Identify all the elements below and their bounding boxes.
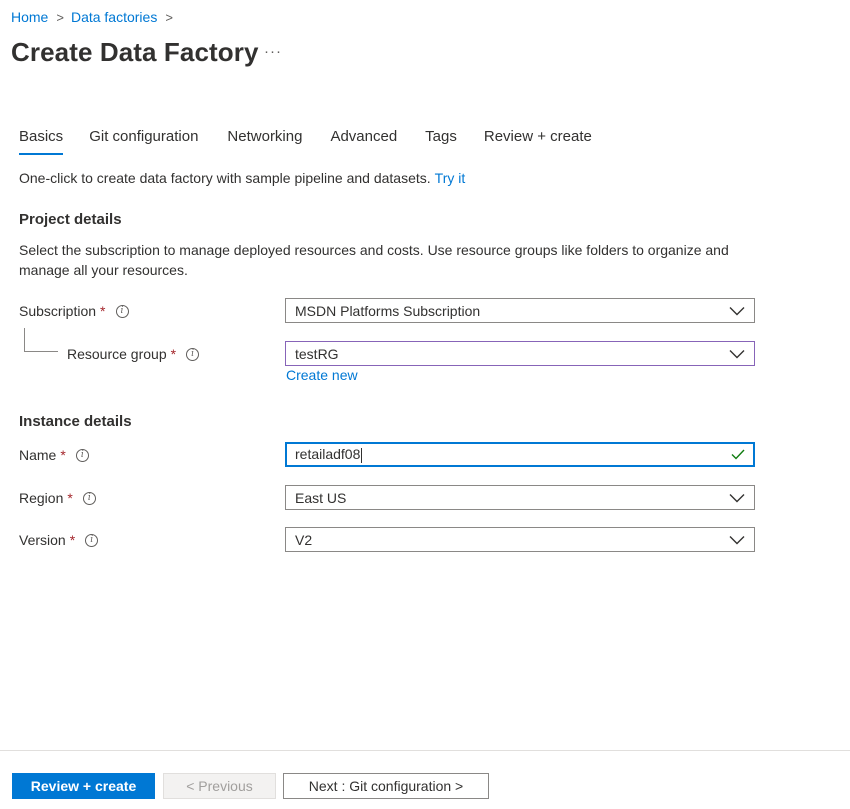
tab-review-create[interactable]: Review + create	[484, 128, 592, 155]
version-label: Version * i	[19, 532, 99, 548]
chevron-down-icon	[729, 493, 745, 502]
resource-group-label: Resource group * i	[67, 346, 200, 362]
breadcrumb-separator: >	[56, 9, 64, 25]
breadcrumb-separator: >	[165, 9, 173, 25]
name-label-text: Name	[19, 447, 57, 463]
text-caret	[361, 447, 363, 463]
required-marker: *	[100, 303, 106, 319]
project-details-heading: Project details	[19, 211, 122, 228]
region-value: East US	[295, 489, 347, 506]
tab-basics[interactable]: Basics	[19, 128, 64, 155]
subscription-dropdown[interactable]: MSDN Platforms Subscription	[285, 298, 755, 323]
next-git-configuration-button[interactable]: Next : Git configuration >	[283, 773, 489, 799]
name-input[interactable]: retailadf08	[285, 442, 755, 467]
project-details-description: Select the subscription to manage deploy…	[19, 242, 729, 278]
name-label: Name * i	[19, 447, 89, 463]
tab-bar: Basics Git configuration Networking Adva…	[19, 128, 592, 155]
info-icon[interactable]: i	[115, 304, 129, 318]
name-value-text: retailadf08	[295, 446, 361, 463]
tree-connector-horizontal	[24, 351, 58, 352]
instance-details-heading: Instance details	[19, 413, 132, 430]
region-dropdown[interactable]: East US	[285, 485, 755, 510]
resource-group-dropdown[interactable]: testRG	[285, 341, 755, 366]
name-input-value: retailadf08	[295, 446, 731, 463]
tab-advanced[interactable]: Advanced	[330, 128, 397, 155]
chevron-down-icon	[729, 306, 745, 315]
checkmark-icon	[731, 449, 745, 460]
page-title: Create Data Factory	[11, 37, 259, 67]
version-label-text: Version	[19, 532, 66, 548]
resource-group-value: testRG	[295, 345, 339, 362]
version-dropdown[interactable]: V2	[285, 527, 755, 552]
subscription-label: Subscription * i	[19, 303, 129, 319]
tab-networking[interactable]: Networking	[227, 128, 302, 155]
subscription-value: MSDN Platforms Subscription	[295, 302, 481, 319]
review-create-button[interactable]: Review + create	[12, 773, 155, 799]
footer-divider	[0, 750, 850, 751]
subscription-label-text: Subscription	[19, 303, 97, 319]
resource-group-label-text: Resource group	[67, 346, 167, 362]
breadcrumb-data-factories-link[interactable]: Data factories	[71, 9, 157, 25]
tab-tags[interactable]: Tags	[425, 128, 457, 155]
more-icon[interactable]: ···	[264, 43, 282, 60]
info-icon[interactable]: i	[85, 533, 99, 547]
chevron-down-icon	[729, 349, 745, 358]
required-marker: *	[67, 490, 73, 506]
info-icon[interactable]: i	[75, 448, 89, 462]
breadcrumb: Home > Data factories >	[11, 9, 180, 25]
region-label: Region * i	[19, 490, 96, 506]
tree-connector-vertical	[24, 328, 25, 352]
required-marker: *	[60, 447, 66, 463]
info-icon[interactable]: i	[186, 347, 200, 361]
one-click-intro: One-click to create data factory with sa…	[19, 170, 465, 186]
required-marker: *	[69, 532, 76, 548]
previous-button: < Previous	[163, 773, 276, 799]
create-new-link[interactable]: Create new	[286, 367, 358, 383]
region-label-text: Region	[19, 490, 64, 506]
required-marker: *	[170, 346, 177, 362]
breadcrumb-home-link[interactable]: Home	[11, 9, 48, 25]
tab-git-configuration[interactable]: Git configuration	[89, 128, 198, 155]
chevron-down-icon	[729, 535, 745, 544]
info-icon[interactable]: i	[82, 491, 96, 505]
one-click-text: One-click to create data factory with sa…	[19, 170, 431, 186]
version-value: V2	[295, 531, 313, 548]
try-it-link[interactable]: Try it	[435, 170, 466, 186]
